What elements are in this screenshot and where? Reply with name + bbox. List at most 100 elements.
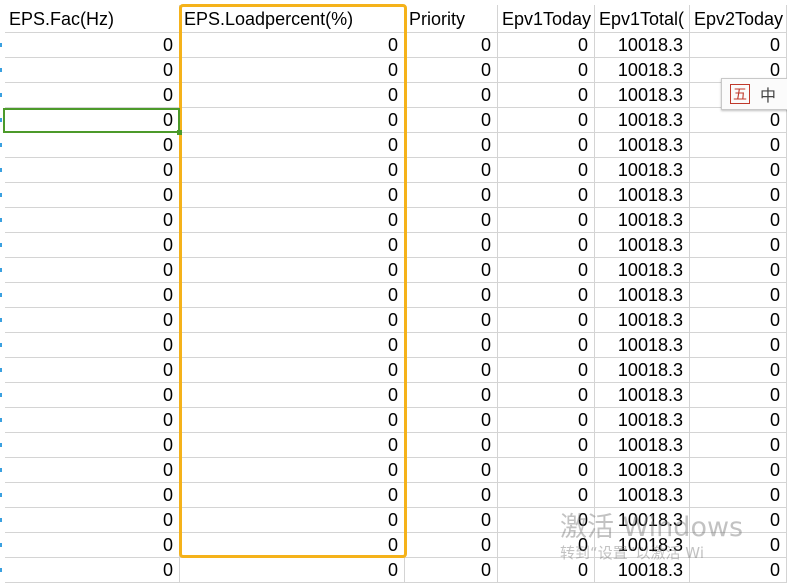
table-cell[interactable]: 10018.3 <box>595 358 690 383</box>
table-cell[interactable]: 0 <box>405 33 498 58</box>
table-cell[interactable]: 0 <box>498 458 595 483</box>
table-cell[interactable]: 0 <box>405 358 498 383</box>
table-cell[interactable]: 0 <box>498 158 595 183</box>
table-cell[interactable]: 0 <box>690 283 787 308</box>
table-cell[interactable]: 0 <box>690 208 787 233</box>
table-cell[interactable]: 0 <box>498 183 595 208</box>
table-cell[interactable]: 10018.3 <box>595 258 690 283</box>
table-cell[interactable]: 0 <box>180 258 405 283</box>
table-cell[interactable]: 10018.3 <box>595 158 690 183</box>
table-cell[interactable]: 0 <box>690 333 787 358</box>
ime-toolbar[interactable]: 五 中 <box>721 78 787 110</box>
table-cell[interactable]: 0 <box>5 108 180 133</box>
column-header-eps-loadpercent[interactable]: EPS.Loadpercent(%) <box>180 5 405 33</box>
table-cell[interactable]: 0 <box>405 533 498 558</box>
table-cell[interactable]: 0 <box>405 183 498 208</box>
table-cell[interactable]: 10018.3 <box>595 433 690 458</box>
table-cell[interactable]: 0 <box>180 58 405 83</box>
table-cell[interactable]: 0 <box>5 258 180 283</box>
table-cell[interactable]: 0 <box>498 308 595 333</box>
table-cell[interactable]: 0 <box>498 433 595 458</box>
table-cell[interactable]: 0 <box>690 483 787 508</box>
table-cell[interactable]: 0 <box>690 133 787 158</box>
table-cell[interactable]: 10018.3 <box>595 33 690 58</box>
table-cell[interactable]: 0 <box>498 408 595 433</box>
table-cell[interactable]: 0 <box>498 33 595 58</box>
table-cell[interactable]: 0 <box>180 358 405 383</box>
table-cell[interactable]: 0 <box>5 383 180 408</box>
table-cell[interactable]: 0 <box>690 408 787 433</box>
table-cell[interactable]: 0 <box>498 133 595 158</box>
table-cell[interactable]: 0 <box>405 83 498 108</box>
table-cell[interactable]: 0 <box>405 433 498 458</box>
table-cell[interactable]: 0 <box>180 333 405 358</box>
table-cell[interactable]: 10018.3 <box>595 283 690 308</box>
table-cell[interactable]: 0 <box>405 133 498 158</box>
table-cell[interactable]: 0 <box>498 283 595 308</box>
table-cell[interactable]: 0 <box>180 533 405 558</box>
table-cell[interactable]: 0 <box>5 433 180 458</box>
table-cell[interactable]: 10018.3 <box>595 308 690 333</box>
column-header-epv1-today[interactable]: Epv1Today <box>498 5 595 33</box>
table-cell[interactable]: 0 <box>498 358 595 383</box>
table-cell[interactable]: 0 <box>690 183 787 208</box>
table-cell[interactable]: 0 <box>405 58 498 83</box>
table-cell[interactable]: 0 <box>690 383 787 408</box>
table-cell[interactable]: 0 <box>498 258 595 283</box>
table-cell[interactable]: 0 <box>5 308 180 333</box>
table-cell[interactable]: 0 <box>180 458 405 483</box>
column-header-eps-fac[interactable]: EPS.Fac(Hz) <box>5 5 180 33</box>
table-cell[interactable]: 0 <box>690 508 787 533</box>
table-cell[interactable]: 0 <box>5 233 180 258</box>
table-cell[interactable]: 0 <box>180 283 405 308</box>
table-cell[interactable]: 10018.3 <box>595 458 690 483</box>
table-cell[interactable]: 0 <box>180 233 405 258</box>
table-cell[interactable]: 0 <box>498 58 595 83</box>
table-cell[interactable]: 0 <box>180 208 405 233</box>
table-cell[interactable]: 0 <box>405 383 498 408</box>
column-header-epv2-today[interactable]: Epv2Today <box>690 5 787 33</box>
table-cell[interactable]: 0 <box>180 408 405 433</box>
table-cell[interactable]: 0 <box>405 108 498 133</box>
table-cell[interactable]: 10018.3 <box>595 383 690 408</box>
table-cell[interactable]: 0 <box>5 283 180 308</box>
table-cell[interactable]: 10018.3 <box>595 483 690 508</box>
table-cell[interactable]: 0 <box>498 333 595 358</box>
table-cell[interactable]: 0 <box>405 208 498 233</box>
table-cell[interactable]: 0 <box>180 133 405 158</box>
table-cell[interactable]: 0 <box>5 508 180 533</box>
table-cell[interactable]: 0 <box>690 233 787 258</box>
table-cell[interactable]: 10018.3 <box>595 533 690 558</box>
table-cell[interactable]: 0 <box>498 383 595 408</box>
table-cell[interactable]: 0 <box>405 333 498 358</box>
column-header-priority[interactable]: Priority <box>405 5 498 33</box>
table-cell[interactable]: 0 <box>405 308 498 333</box>
table-cell[interactable]: 0 <box>5 458 180 483</box>
table-cell[interactable]: 0 <box>405 258 498 283</box>
table-cell[interactable]: 0 <box>5 83 180 108</box>
table-cell[interactable]: 0 <box>405 458 498 483</box>
table-cell[interactable]: 10018.3 <box>595 83 690 108</box>
table-cell[interactable]: 0 <box>180 158 405 183</box>
table-cell[interactable]: 0 <box>498 533 595 558</box>
table-cell[interactable]: 0 <box>5 58 180 83</box>
table-cell[interactable]: 0 <box>498 233 595 258</box>
table-cell[interactable]: 0 <box>498 108 595 133</box>
table-cell[interactable]: 0 <box>5 533 180 558</box>
table-cell[interactable]: 0 <box>405 233 498 258</box>
table-cell[interactable]: 0 <box>5 183 180 208</box>
table-cell[interactable]: 10018.3 <box>595 233 690 258</box>
table-cell[interactable]: 10018.3 <box>595 408 690 433</box>
table-cell[interactable]: 0 <box>180 508 405 533</box>
table-cell[interactable]: 0 <box>690 358 787 383</box>
table-cell[interactable]: 0 <box>5 208 180 233</box>
table-cell[interactable]: 10018.3 <box>595 108 690 133</box>
table-cell[interactable]: 10018.3 <box>595 133 690 158</box>
table-cell[interactable]: 0 <box>180 108 405 133</box>
table-cell[interactable]: 0 <box>5 158 180 183</box>
table-cell[interactable]: 0 <box>690 33 787 58</box>
table-cell[interactable]: 0 <box>690 258 787 283</box>
table-cell[interactable]: 0 <box>180 183 405 208</box>
ime-language-toggle[interactable]: 中 <box>760 82 776 106</box>
table-cell[interactable]: 0 <box>405 483 498 508</box>
